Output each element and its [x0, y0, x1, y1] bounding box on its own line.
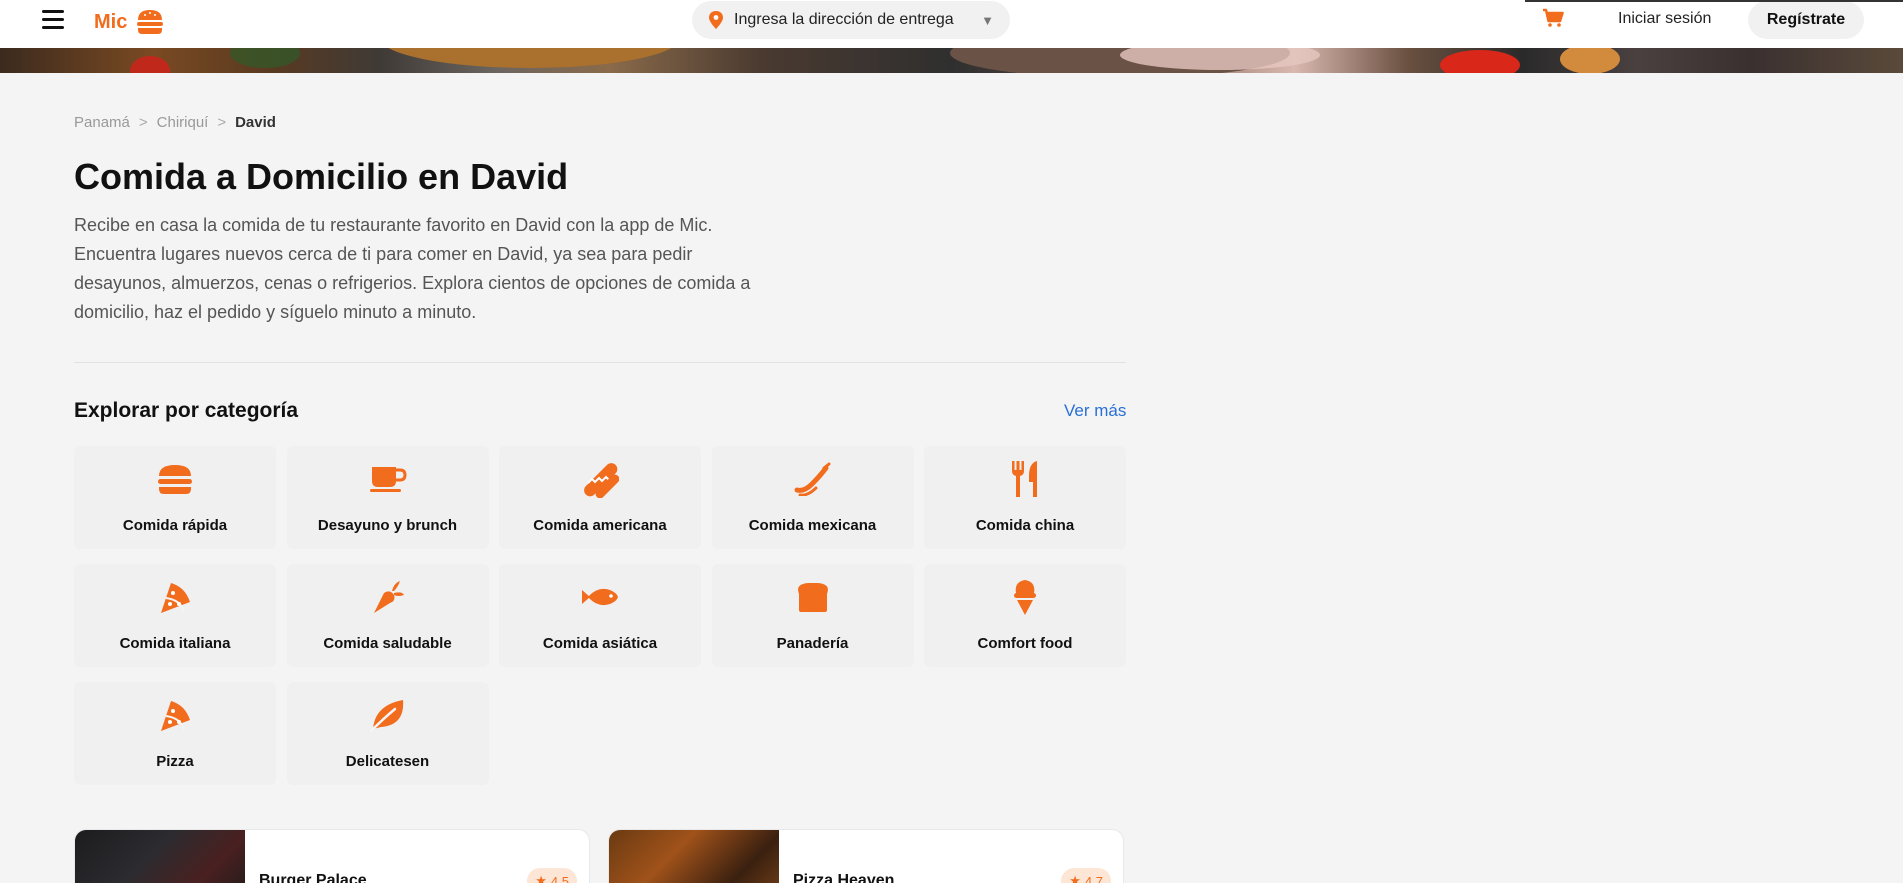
restaurant-card[interactable]: Pizza Heaven ★ 4.7	[608, 829, 1124, 883]
category-label: Comida rápida	[122, 517, 228, 534]
category-label: Comida saludable	[323, 635, 452, 652]
rating-badge: ★ 4.5	[527, 868, 577, 883]
bread-icon	[793, 577, 833, 617]
fish-icon	[580, 577, 620, 617]
hamburger-menu-icon[interactable]	[42, 10, 66, 30]
categories-section-title: Explorar por categoría	[74, 399, 299, 422]
rating-badge: ★ 4.7	[1061, 868, 1111, 883]
pepper-icon	[793, 459, 833, 499]
top-navigation-bar: Mic Ingresa la dirección de entrega ▼ In…	[0, 0, 1903, 48]
page-intro: Recibe en casa la comida de tu restauran…	[74, 215, 751, 322]
rating-value: 4.7	[1084, 873, 1103, 883]
category-comida-rapida[interactable]: Comida rápida	[74, 446, 276, 549]
category-desayuno-brunch[interactable]: Desayuno y brunch	[286, 446, 489, 549]
category-delicatesen[interactable]: Delicatesen	[286, 682, 489, 785]
category-label: Desayuno y brunch	[317, 517, 458, 534]
breadcrumb-separator: >	[138, 114, 148, 131]
breadcrumb-separator: >	[217, 114, 227, 131]
logo[interactable]: Mic	[94, 8, 165, 36]
coffee-cup-icon	[368, 459, 408, 499]
rating-value: 4.5	[550, 873, 569, 883]
hero-banner-image	[0, 48, 1903, 73]
page-title: Comida a Domicilio en David	[74, 156, 569, 197]
breadcrumb-item-chiriqui[interactable]: Chiriquí	[157, 114, 209, 131]
category-comida-saludable[interactable]: Comida saludable	[286, 564, 489, 667]
see-more-link[interactable]: Ver más	[1064, 401, 1126, 421]
address-placeholder: Ingresa la dirección de entrega	[734, 11, 954, 28]
category-comida-asiatica[interactable]: Comida asiática	[499, 564, 701, 667]
restaurant-name: Pizza Heaven	[793, 872, 895, 883]
logo-text: Mic	[94, 10, 128, 33]
restaurant-image	[75, 830, 245, 883]
category-comida-mexicana[interactable]: Comida mexicana	[711, 446, 914, 549]
category-label: Pizza	[156, 753, 194, 770]
top-edge-divider	[1525, 0, 1903, 2]
pizza-slice-icon	[155, 577, 195, 617]
section-divider	[74, 362, 1126, 363]
restaurant-name: Burger Palace	[259, 872, 367, 883]
carrot-icon	[368, 577, 408, 617]
star-icon: ★	[535, 873, 547, 883]
category-comida-china[interactable]: Comida china	[924, 446, 1126, 549]
category-label: Comfort food	[977, 635, 1073, 652]
breadcrumb-item-david: David	[235, 114, 276, 131]
category-grid: Comida rápida Desayuno y brunch Comida a…	[74, 446, 1126, 785]
breadcrumb: Panamá > Chiriquí > David	[74, 114, 276, 131]
location-pin-icon	[709, 11, 723, 29]
utensils-icon	[1005, 459, 1045, 499]
pizza-slice-icon	[155, 695, 195, 735]
category-label: Comida mexicana	[748, 517, 877, 534]
category-label: Comida china	[975, 517, 1075, 534]
star-icon: ★	[1069, 873, 1081, 883]
category-comfort-food[interactable]: Comfort food	[924, 564, 1126, 667]
delivery-address-selector[interactable]: Ingresa la dirección de entrega ▼	[692, 1, 1010, 39]
restaurant-image	[609, 830, 779, 883]
chevron-down-icon: ▼	[981, 12, 994, 28]
cart-icon[interactable]	[1542, 8, 1568, 32]
category-label: Panadería	[776, 635, 849, 652]
login-link[interactable]: Iniciar sesión	[1618, 10, 1711, 28]
category-comida-italiana[interactable]: Comida italiana	[74, 564, 276, 667]
category-label: Comida americana	[533, 517, 667, 534]
category-label: Comida italiana	[119, 635, 231, 652]
hotdog-icon	[580, 459, 620, 499]
category-label: Delicatesen	[345, 753, 430, 770]
category-label: Comida asiática	[542, 635, 658, 652]
register-button[interactable]: Regístrate	[1748, 1, 1864, 39]
category-comida-americana[interactable]: Comida americana	[499, 446, 701, 549]
burger-icon	[155, 459, 195, 499]
ice-cream-icon	[1005, 577, 1045, 617]
category-panaderia[interactable]: Panadería	[711, 564, 914, 667]
breadcrumb-item-panama[interactable]: Panamá	[74, 114, 130, 131]
restaurant-card[interactable]: Burger Palace ★ 4.5	[74, 829, 590, 883]
leaf-icon	[368, 695, 408, 735]
category-pizza[interactable]: Pizza	[74, 682, 276, 785]
burger-logo-icon	[137, 10, 164, 34]
